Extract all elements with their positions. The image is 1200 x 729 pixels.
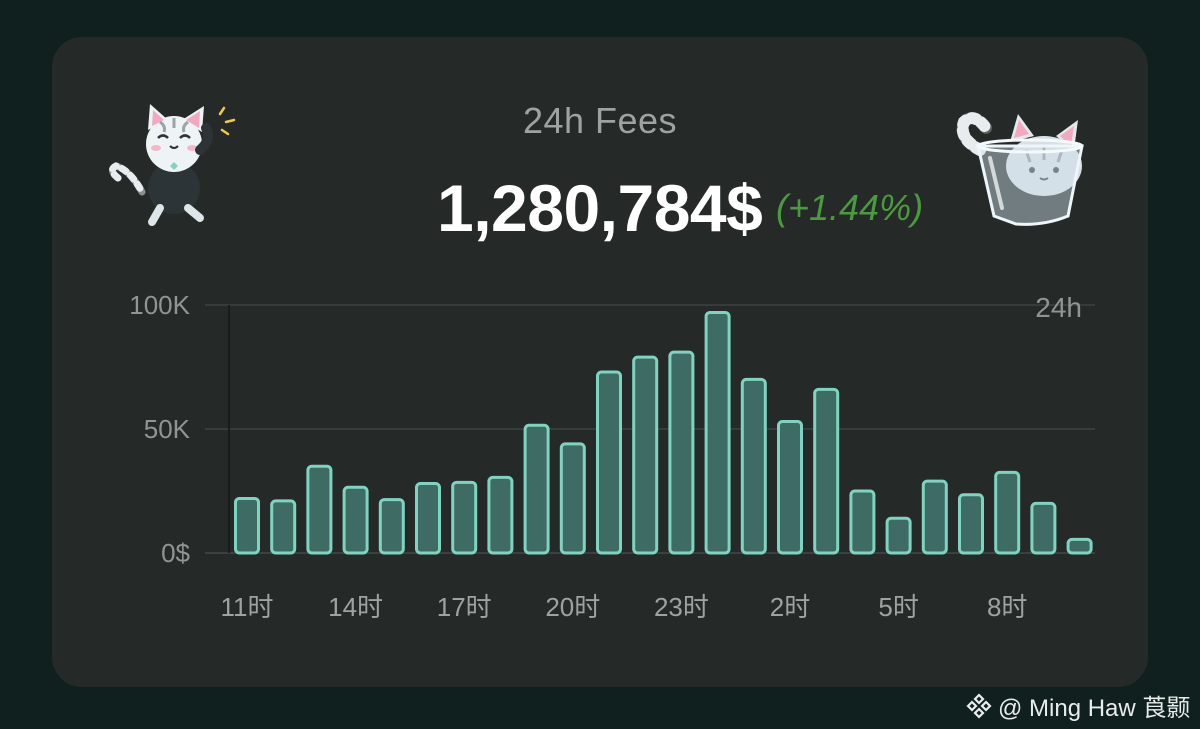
x-tick-label: 17时 <box>437 592 492 622</box>
x-tick-label: 5时 <box>878 592 918 622</box>
watermark-text: @ Ming Haw 莨颢 <box>998 695 1191 722</box>
x-tick-label: 11时 <box>221 592 274 622</box>
bar <box>921 479 948 555</box>
bar <box>451 480 478 555</box>
bar <box>777 420 803 555</box>
bar <box>1066 537 1093 555</box>
bar <box>487 475 514 555</box>
bar <box>342 485 369 555</box>
x-tick-label: 14时 <box>328 592 383 622</box>
x-tick-label: 23时 <box>654 592 709 622</box>
bar <box>596 370 622 555</box>
bar <box>306 464 333 555</box>
bar <box>632 355 659 555</box>
fees-bar-chart: 0$ 50K 100K 24h 11时 14时 17时 20时 23时 2时 5时 8时 <box>129 290 1095 622</box>
y-tick-label: 0$ <box>161 538 190 568</box>
y-tick-label: 100K <box>129 290 190 320</box>
x-tick-label: 2时 <box>770 592 810 622</box>
bar <box>813 387 840 555</box>
y-tick-label: 50K <box>144 414 191 444</box>
bar <box>559 442 586 555</box>
bar <box>523 423 550 555</box>
x-tick-label: 20时 <box>545 592 600 622</box>
bar <box>1030 501 1057 555</box>
period-label: 24h <box>1035 292 1082 323</box>
bar <box>668 350 695 555</box>
bar <box>849 489 876 555</box>
bar <box>704 310 731 555</box>
watermark: @ Ming Haw 莨颢 <box>966 688 1190 723</box>
binance-logo-icon <box>966 692 992 719</box>
bar <box>378 498 405 555</box>
bar <box>234 496 260 555</box>
bar <box>740 377 767 555</box>
bar <box>885 516 912 555</box>
x-tick-label: 8时 <box>987 592 1027 622</box>
bar <box>270 499 297 555</box>
bar <box>415 482 441 555</box>
bar <box>958 493 984 555</box>
bar <box>994 470 1021 555</box>
